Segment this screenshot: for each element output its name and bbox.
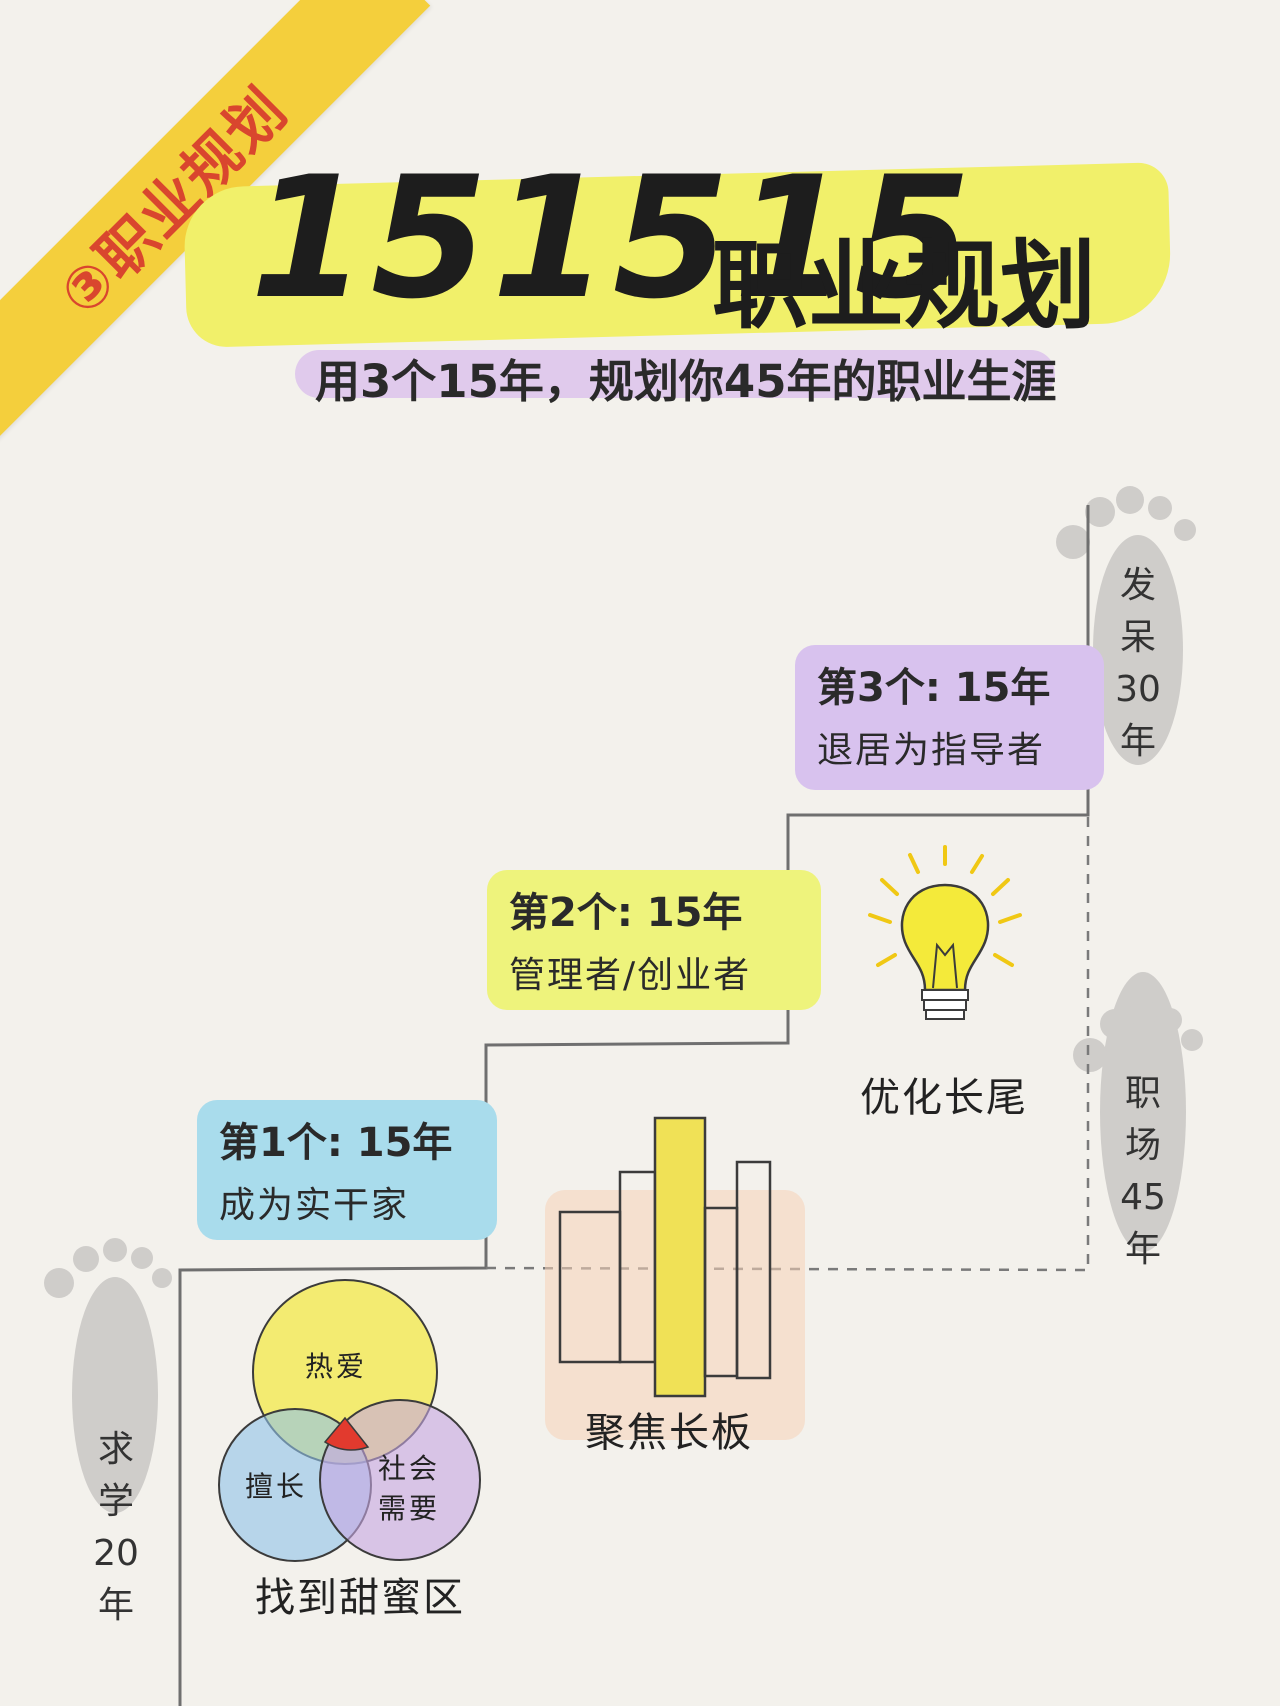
bar-sketch-icon: [545, 1116, 805, 1440]
phase-study-char: 20: [93, 1533, 139, 1574]
focus-caption: 聚焦长板: [585, 1410, 753, 1456]
stage-1-card: 第1个: 15年 成为实干家: [197, 1100, 497, 1240]
stage-3-title: 第3个: 15年: [817, 665, 1051, 711]
stage-3-card: 第3个: 15年 退居为指导者: [795, 645, 1104, 790]
stage-1-title: 第1个: 15年: [219, 1120, 453, 1166]
phase-work-char: 场: [1124, 1125, 1161, 1166]
phase-study-char: 学: [97, 1481, 134, 1522]
sweet-zone-caption: 找到甜蜜区: [255, 1575, 465, 1621]
venn-passion-label: 热爱: [305, 1350, 368, 1383]
phase-idle-char: 发: [1119, 565, 1156, 606]
stage-1-desc: 成为实干家: [219, 1185, 410, 1226]
stage-2-desc: 管理者/创业者: [509, 955, 752, 996]
phase-work-label: 职 场 45 年: [1115, 1068, 1171, 1276]
optimize-caption: 优化长尾: [860, 1075, 1028, 1121]
infographic: ③职业规划 151515 职业规划 用3个15年，规划你45年的职业生涯 第1个…: [0, 0, 1280, 1706]
venn-skill-label: 擅长: [245, 1470, 308, 1503]
phase-study-label: 求 学 20 年: [88, 1424, 144, 1632]
lightbulb-icon: [868, 845, 1022, 1020]
phase-work-char: 年: [1124, 1229, 1161, 1270]
venn-social-label-1: 社会: [378, 1452, 441, 1485]
stage-3-desc: 退居为指导者: [817, 730, 1046, 771]
stage-2-card: 第2个: 15年 管理者/创业者: [487, 870, 821, 1010]
venn-social-label-2: 需要: [378, 1492, 441, 1525]
phase-idle-char: 呆: [1119, 617, 1156, 658]
phase-study-char: 年: [97, 1585, 134, 1626]
phase-idle-char: 年: [1119, 721, 1156, 762]
phase-idle-label: 发 呆 30 年: [1110, 560, 1166, 768]
venn-diagram: [218, 1279, 481, 1562]
phase-work-char: 职: [1124, 1073, 1161, 1114]
phase-idle-char: 30: [1115, 669, 1161, 710]
phase-work-char: 45: [1120, 1177, 1166, 1218]
stage-2-title: 第2个: 15年: [509, 890, 743, 936]
phase-study-char: 求: [97, 1429, 134, 1470]
